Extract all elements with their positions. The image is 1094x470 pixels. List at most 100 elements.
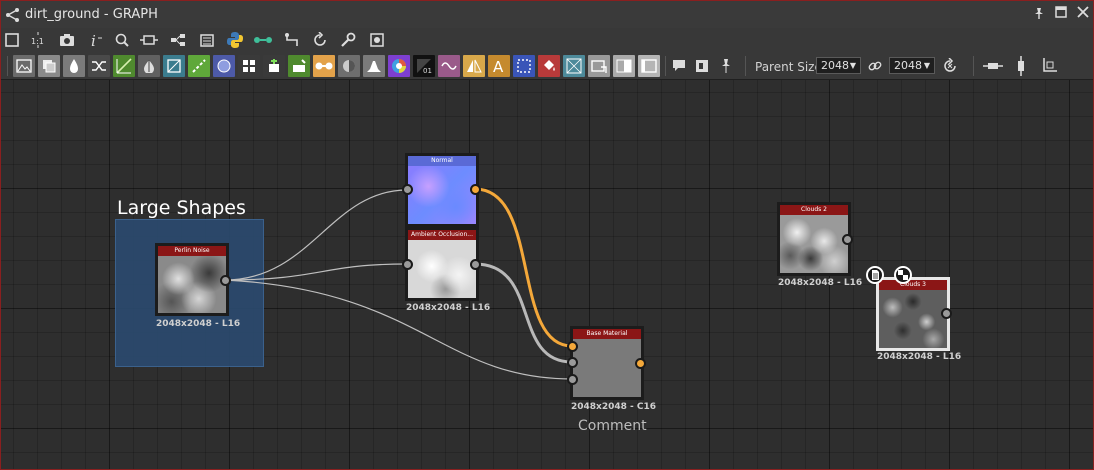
node-toolbar: 01 A Parent Size: 2048 ▼ 2048 ▼: [1, 52, 1093, 80]
uniform-icon[interactable]: 01: [413, 55, 435, 77]
search-icon[interactable]: [112, 30, 132, 50]
chevron-down-icon: ▼: [923, 61, 930, 70]
node-thumbnail: [573, 339, 641, 397]
svg-text:1:1: 1:1: [31, 37, 44, 46]
input-pin[interactable]: [567, 357, 578, 368]
info-icon[interactable]: i: [86, 30, 106, 50]
zoom-1-1-icon[interactable]: 1:1: [28, 30, 48, 50]
gradient-map-icon[interactable]: [613, 55, 635, 77]
tint-icon[interactable]: [288, 55, 310, 77]
fxmap-icon[interactable]: [263, 55, 285, 77]
histogram-icon[interactable]: [363, 55, 385, 77]
node-clouds-2[interactable]: Clouds 2: [777, 202, 851, 276]
snap-icon[interactable]: [1038, 55, 1060, 77]
hierarchy-icon[interactable]: [168, 30, 188, 50]
pin-node-icon[interactable]: [715, 55, 737, 77]
node-title: Normal: [408, 156, 476, 166]
parent-size-dropdown[interactable]: 2048 ▼: [816, 57, 861, 74]
warp-icon[interactable]: [438, 55, 460, 77]
refresh-icon[interactable]: [310, 30, 330, 50]
comment-icon[interactable]: [668, 55, 690, 77]
gradient-icon[interactable]: [188, 55, 210, 77]
node-perlin-noise[interactable]: Perlin Noise: [155, 243, 229, 316]
reset-icon[interactable]: [939, 55, 961, 77]
node-thumbnail: [408, 166, 476, 224]
node-ambient-occlusion[interactable]: Ambient Occlusion...: [405, 227, 479, 301]
input-icon[interactable]: [638, 55, 660, 77]
pin-icon[interactable]: [1031, 6, 1047, 22]
tools-icon[interactable]: [338, 30, 358, 50]
wire-perlin-base: [224, 279, 573, 380]
camera-icon[interactable]: [367, 30, 387, 50]
link-icon[interactable]: [864, 55, 886, 77]
curve-icon[interactable]: [113, 55, 135, 77]
svg-text:i: i: [91, 32, 96, 48]
node-clouds-3[interactable]: Clouds 3: [876, 277, 950, 351]
close-icon[interactable]: [1075, 6, 1091, 22]
screenshot-icon[interactable]: [57, 30, 77, 50]
shape-icon[interactable]: [588, 55, 610, 77]
dot-icon[interactable]: [282, 30, 302, 50]
library-icon[interactable]: [197, 30, 217, 50]
node-thumbnail: [158, 256, 226, 313]
bitmap-icon[interactable]: [13, 55, 35, 77]
comment-text[interactable]: Comment: [578, 418, 647, 434]
blend-icon[interactable]: [138, 55, 160, 77]
circle-icon[interactable]: [213, 55, 235, 77]
output-pin[interactable]: [635, 358, 646, 369]
node-resolution-label: 2048x2048 - L16: [877, 352, 962, 362]
tile-icon[interactable]: [238, 55, 260, 77]
grayscale-icon[interactable]: [38, 55, 60, 77]
align-vertical-icon[interactable]: [1010, 55, 1032, 77]
output-pin[interactable]: [470, 184, 481, 195]
svg-text:01: 01: [423, 67, 432, 75]
node-normal[interactable]: Normal: [405, 153, 479, 227]
sphere-icon[interactable]: [338, 55, 360, 77]
graph-window: dirt_ground - GRAPH 1:1 i 01 A Parent Si…: [0, 0, 1094, 470]
title-bar: dirt_ground - GRAPH: [1, 1, 1093, 28]
input-pin[interactable]: [402, 184, 413, 195]
node-resolution-label: 2048x2048 - L16: [778, 278, 863, 288]
text-icon[interactable]: A: [488, 55, 510, 77]
node-thumbnail: [780, 215, 848, 273]
transform-icon[interactable]: [163, 55, 185, 77]
python-icon[interactable]: [225, 30, 245, 50]
node-base-material[interactable]: Base Material: [570, 326, 644, 400]
wire-perlin-ao: [224, 263, 408, 281]
frame-node-icon[interactable]: [691, 55, 713, 77]
levels-icon[interactable]: [63, 55, 85, 77]
output-pin[interactable]: [941, 308, 952, 319]
node-thumbnail: [408, 240, 476, 298]
checker-icon[interactable]: [894, 266, 912, 284]
frame-icon[interactable]: [139, 30, 159, 50]
node-thumbnail: [879, 290, 947, 348]
fit-view-icon[interactable]: [2, 30, 22, 50]
parent-size-value: 2048: [821, 59, 849, 72]
graph-canvas[interactable]: Large Shapes Perlin Noise 2048x2048 - L1…: [1, 80, 1093, 469]
normal-icon[interactable]: [563, 55, 585, 77]
fill-icon[interactable]: [538, 55, 560, 77]
window-title: dirt_ground - GRAPH: [25, 7, 158, 22]
chevron-down-icon: ▼: [849, 61, 856, 70]
graph-toolbar: 1:1 i: [1, 28, 1093, 52]
link-icon[interactable]: [253, 30, 273, 50]
output-pin[interactable]: [470, 259, 481, 270]
pixel-icon[interactable]: [313, 55, 335, 77]
output-pin[interactable]: [220, 275, 231, 286]
shuffle-icon[interactable]: [88, 55, 110, 77]
input-pin[interactable]: [402, 259, 413, 270]
input-pin[interactable]: [567, 374, 578, 385]
color-wheel-icon[interactable]: [388, 55, 410, 77]
input-pin[interactable]: [567, 341, 578, 352]
document-icon[interactable]: [866, 266, 884, 284]
selection-icon[interactable]: [513, 55, 535, 77]
node-title: Clouds 2: [780, 205, 848, 215]
output-size-dropdown[interactable]: 2048 ▼: [889, 57, 935, 74]
align-horizontal-icon[interactable]: [982, 55, 1004, 77]
svg-text:A: A: [493, 58, 504, 74]
output-pin[interactable]: [842, 234, 853, 245]
edge-icon[interactable]: [463, 55, 485, 77]
node-title: Base Material: [573, 329, 641, 339]
node-title: Perlin Noise: [158, 246, 226, 256]
maximize-icon[interactable]: [1053, 6, 1069, 22]
